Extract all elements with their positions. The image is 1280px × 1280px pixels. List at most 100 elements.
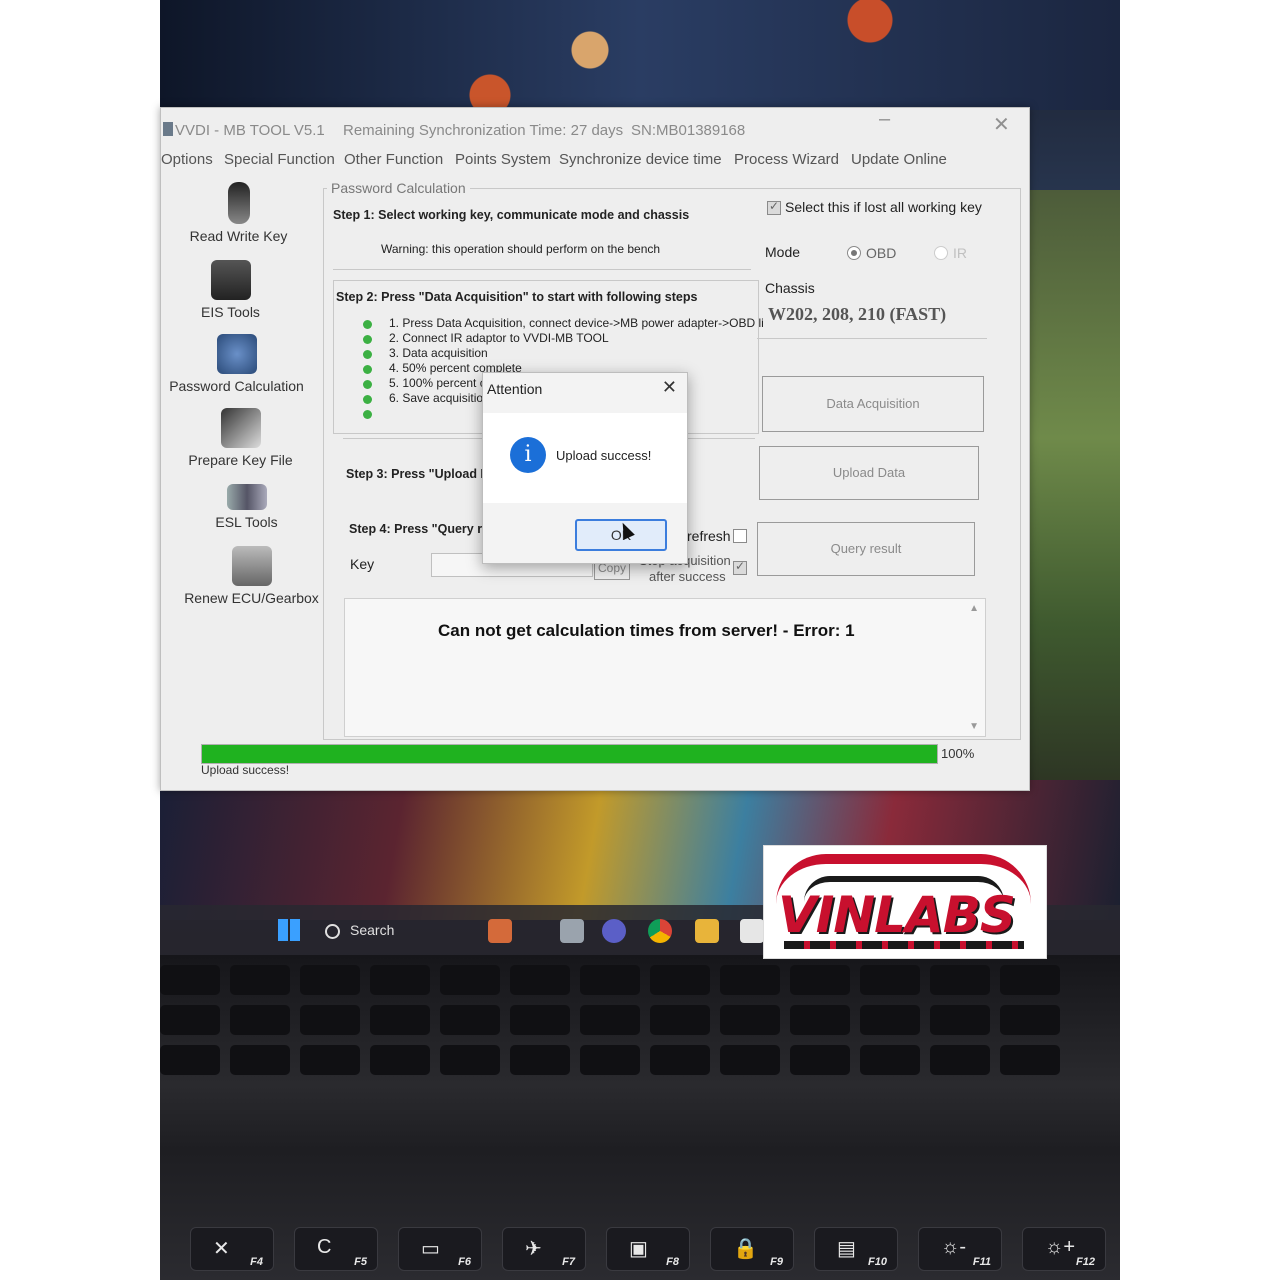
sidebar-item-label: Password Calculation (169, 378, 304, 394)
taskbar-search[interactable]: Search (325, 915, 475, 945)
mode-ir-radio[interactable] (934, 246, 948, 260)
store-icon[interactable] (740, 919, 764, 943)
function-key-symbol: ☼+ (1045, 1236, 1076, 1258)
function-key-symbol: C (317, 1236, 332, 1258)
scroll-down-icon[interactable]: ▼ (969, 721, 979, 732)
function-key: C F5 (294, 1227, 378, 1271)
function-key-symbol: ✕ (213, 1238, 230, 1260)
key-label: Key (350, 556, 375, 572)
function-key: 🔒 F9 (710, 1227, 794, 1271)
menu-update-online[interactable]: Update Online (851, 151, 947, 168)
menu-special-function[interactable]: Special Function (224, 151, 335, 168)
stop-acquisition-checkbox[interactable] (733, 559, 747, 575)
step3-label: Step 3: Press "Upload Da (346, 467, 497, 481)
sidebar: Read Write Key EIS Tools Password Calcul… (161, 176, 336, 736)
function-key: ▤ F10 (814, 1227, 898, 1271)
status-dot-icon (363, 320, 372, 329)
desktop-wallpaper-top (160, 0, 1120, 110)
chassis-label: Chassis (765, 280, 815, 296)
title-bar: VVDI - MB TOOL V5.1 Remaining Synchroniz… (161, 108, 1029, 146)
log-area: Can not get calculation times from serve… (344, 598, 986, 737)
windows-start-icon[interactable] (278, 919, 300, 941)
status-bar-text: Upload success! (201, 763, 290, 777)
chassis-select[interactable]: W202, 208, 210 (FAST) (768, 304, 946, 325)
function-key-symbol: ▤ (837, 1238, 856, 1260)
function-key-symbol: ✈ (525, 1238, 542, 1260)
steering-lock-icon (226, 484, 267, 510)
sidebar-item-label: Read Write Key (189, 228, 288, 244)
app-icon (163, 122, 173, 136)
ignition-switch-icon (210, 260, 251, 300)
dialog-message: Upload success! (556, 448, 652, 463)
function-key-label: F9 (770, 1256, 783, 1268)
status-dot-icon (363, 335, 372, 344)
meet-icon[interactable] (602, 919, 626, 943)
function-key-symbol: 🔒 (733, 1238, 758, 1260)
menu-process-wizard[interactable]: Process Wizard (734, 151, 839, 168)
chrome-icon[interactable] (648, 919, 672, 943)
sidebar-item-label: EIS Tools (201, 304, 260, 320)
key-row (160, 1045, 1120, 1075)
scroll-up-icon[interactable]: ▲ (969, 603, 979, 614)
function-key: ☼+ F12 (1022, 1227, 1106, 1271)
lost-keys-checkbox[interactable] (767, 199, 781, 215)
function-key-label: F8 (666, 1256, 679, 1268)
refresh-label: refresh (687, 528, 731, 544)
step2-item: 3. Data acquisition (363, 346, 764, 361)
taskbar-app-icon[interactable] (488, 919, 512, 943)
menu-options[interactable]: Options (161, 151, 213, 168)
sidebar-item-read-write-key[interactable]: Read Write Key (151, 182, 326, 244)
upload-data-button[interactable]: Upload Data (759, 446, 979, 500)
car-key-icon (227, 182, 250, 224)
function-key-symbol: ☼- (941, 1236, 966, 1258)
data-acquisition-button[interactable]: Data Acquisition (762, 376, 984, 432)
log-message: Can not get calculation times from serve… (438, 621, 855, 640)
function-key-label: F11 (972, 1256, 991, 1268)
status-dot-icon (363, 410, 372, 419)
refresh-checkbox[interactable] (733, 529, 747, 543)
function-key-label: F5 (354, 1256, 367, 1268)
function-key: ▭ F6 (398, 1227, 482, 1271)
file-explorer-icon[interactable] (695, 919, 719, 943)
group-title: Password Calculation (327, 180, 470, 196)
step2-item-text: 1. Press Data Acquisition, connect devic… (389, 316, 764, 330)
close-icon[interactable]: ✕ (993, 112, 1010, 137)
sidebar-item-esl-tools[interactable]: ESL Tools (159, 484, 334, 530)
close-icon[interactable]: ✕ (662, 377, 677, 398)
warning-box (333, 233, 751, 270)
menu-points-system[interactable]: Points System (455, 151, 551, 168)
sidebar-item-prepare-key-file[interactable]: Prepare Key File (153, 408, 328, 468)
minimize-icon[interactable]: – (879, 108, 890, 131)
key-row (160, 965, 1120, 995)
dialog-title: Attention (487, 381, 543, 397)
step2-item: 2. Connect IR adaptor to VVDI-MB TOOL (363, 331, 764, 346)
function-key-label: F7 (562, 1256, 575, 1268)
menu-other-function[interactable]: Other Function (344, 151, 443, 168)
serial-number: SN:MB01389168 (631, 122, 746, 139)
ecu-icon (231, 546, 272, 586)
function-key-symbol: ▣ (629, 1238, 648, 1260)
sidebar-item-eis-tools[interactable]: EIS Tools (143, 260, 318, 320)
function-key-symbol: ▭ (421, 1238, 440, 1260)
step1-label: Step 1: Select working key, communicate … (333, 208, 690, 222)
info-icon: i (510, 437, 546, 473)
progress-fill (202, 745, 937, 763)
step2-label: Step 2: Press "Data Acquisition" to star… (336, 290, 698, 304)
function-key-label: F6 (458, 1256, 471, 1268)
menu-synchronize-device-time[interactable]: Synchronize device time (559, 151, 722, 168)
key-row (160, 1005, 1120, 1035)
task-view-icon[interactable] (560, 919, 584, 943)
vinlabs-logo: VINLABS (763, 845, 1047, 959)
mode-obd-radio[interactable] (847, 246, 861, 260)
function-key-label: F12 (1076, 1256, 1095, 1268)
step2-item-text: 3. Data acquisition (389, 346, 488, 360)
progress-percent: 100% (941, 746, 975, 761)
query-result-button[interactable]: Query result (757, 522, 975, 576)
sidebar-item-label: ESL Tools (215, 514, 278, 530)
after-success-label: after success (649, 569, 726, 584)
sidebar-item-renew-ecu[interactable]: Renew ECU/Gearbox (164, 546, 339, 606)
sidebar-item-label: Renew ECU/Gearbox (184, 590, 319, 606)
sidebar-item-password-calculation[interactable]: Password Calculation (149, 334, 324, 394)
step4-label: Step 4: Press "Query res (349, 522, 496, 536)
dialog-body: i Upload success! (483, 413, 687, 503)
